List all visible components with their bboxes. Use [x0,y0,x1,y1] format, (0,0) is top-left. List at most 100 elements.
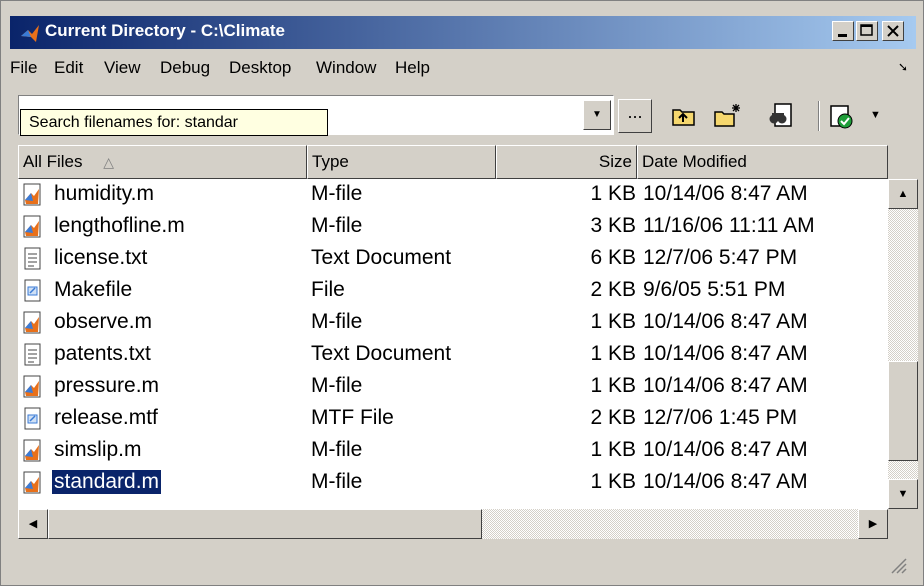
column-name-label: All Files [23,152,83,171]
file-type: File [311,278,345,301]
m-file-icon [22,311,44,335]
file-size: 1 KB [590,342,636,365]
vertical-scroll-thumb[interactable] [888,361,918,461]
column-type-label: Type [312,152,349,171]
file-size: 1 KB [590,310,636,333]
menu-window[interactable]: Window [316,58,376,78]
file-size: 1 KB [590,182,636,205]
file-size: 1 KB [590,438,636,461]
new-folder-button[interactable] [710,99,744,133]
file-type: M-file [311,214,363,237]
menu-view[interactable]: View [104,58,141,78]
column-header-name[interactable]: All Files △ [18,145,307,179]
file-row[interactable]: lengthofline.m M-file 3 KB 11/16/06 11:11 A… [18,211,888,243]
generic-file-icon [22,279,44,303]
new-folder-icon [714,104,740,127]
file-date: 10/14/06 8:47 AM [643,342,808,365]
close-button[interactable] [882,21,904,41]
file-row[interactable]: license.txt Text Document 6 KB 12/7/06 5:47… [18,243,888,275]
file-date: 12/7/06 1:45 PM [643,406,798,429]
file-name: simslip.m [54,438,142,461]
minimize-button[interactable] [832,21,854,41]
file-size: 3 KB [590,214,636,237]
file-list[interactable]: humidity.m M-file 1 KB 10/14/06 8:47 AM leng… [18,179,888,509]
menu-file[interactable]: File [10,58,37,78]
folder-dropdown-button[interactable]: ▼ [583,100,611,130]
file-date: 9/6/05 5:51 PM [643,278,786,301]
file-size: 1 KB [590,470,636,493]
browse-button[interactable]: ... [618,99,652,133]
find-files-button[interactable] [763,99,797,133]
menu-bar: File Edit View Debug Desktop Window Help… [10,51,916,85]
report-dropdown-icon[interactable]: ▼ [870,109,881,121]
file-size: 2 KB [590,278,636,301]
file-name: observe.m [54,310,153,333]
file-row[interactable]: simslip.m M-file 1 KB 10/14/06 8:47 AM [18,435,888,467]
scroll-down-button[interactable]: ▼ [888,479,918,509]
arrow-left-icon: ◀ [28,518,38,530]
column-header-size[interactable]: Size [496,145,637,179]
file-type: M-file [311,438,363,461]
file-date: 10/14/06 8:47 AM [643,182,808,205]
m-file-icon [22,439,44,463]
file-row[interactable]: humidity.m M-file 1 KB 10/14/06 8:47 AM [18,179,888,211]
file-date: 12/7/06 5:47 PM [643,246,798,269]
menu-debug[interactable]: Debug [160,58,210,78]
file-type: M-file [311,182,363,205]
m-file-icon [22,375,44,399]
horizontal-scroll-thumb[interactable] [48,509,482,539]
scroll-right-button[interactable]: ▶ [858,509,888,539]
current-directory-window: Current Directory - C:\Climate File Edit… [0,0,924,586]
vertical-scrollbar[interactable]: ▲ ▼ [888,179,918,509]
file-name: release.mtf [54,406,158,429]
menu-edit[interactable]: Edit [54,58,83,78]
file-type: Text Document [311,342,452,365]
text-file-icon [22,247,44,271]
file-size: 2 KB [590,406,636,429]
file-date: 10/14/06 8:47 AM [643,374,808,397]
arrow-up-icon: ▲ [897,188,909,200]
file-row[interactable]: release.mtf MTF File 2 KB 12/7/06 1:45 PM [18,403,888,435]
minimize-icon [838,34,847,37]
up-folder-button[interactable] [667,99,701,133]
column-header-date[interactable]: Date Modified [637,145,888,179]
matlab-logo-icon [21,25,39,42]
scroll-left-button[interactable]: ◀ [18,509,48,539]
file-name: license.txt [54,246,148,269]
report-button[interactable] [825,99,859,133]
maximize-icon [860,24,873,36]
file-name: Makefile [54,278,133,301]
file-type: Text Document [311,246,452,269]
arrow-right-icon: ▶ [868,518,878,530]
file-date: 10/14/06 8:47 AM [643,438,808,461]
toolbar-separator [818,101,820,131]
maximize-button[interactable] [856,21,878,41]
window-title: Current Directory - C:\Climate [45,21,285,40]
menu-help[interactable]: Help [395,58,430,78]
file-row[interactable]: Makefile File 2 KB 9/6/05 5:51 PM [18,275,888,307]
file-row[interactable]: standard.m M-file 1 KB 10/14/06 8:47 AM [18,467,888,499]
file-size: 6 KB [590,246,636,269]
file-list-header: All Files △ Type Size Date Modified [18,145,888,179]
scroll-up-button[interactable]: ▲ [888,179,918,209]
column-date-label: Date Modified [642,152,747,171]
file-name: pressure.m [54,374,160,397]
undock-arrow-icon[interactable]: ➘ [898,60,908,74]
sort-ascending-icon: △ [103,154,115,170]
file-row[interactable]: pressure.m M-file 1 KB 10/14/06 8:47 AM [18,371,888,403]
file-size: 1 KB [590,374,636,397]
column-size-label: Size [598,152,632,171]
file-type: M-file [311,310,363,333]
file-row[interactable]: observe.m M-file 1 KB 10/14/06 8:47 AM [18,307,888,339]
menu-desktop[interactable]: Desktop [229,58,291,78]
m-file-icon [22,471,44,495]
text-file-icon [22,343,44,367]
horizontal-scrollbar[interactable]: ◀ ▶ [18,509,888,539]
column-header-type[interactable]: Type [307,145,496,179]
title-bar[interactable]: Current Directory - C:\Climate [10,16,916,49]
chevron-down-icon: ▼ [592,109,602,120]
file-row[interactable]: patents.txt Text Document 1 KB 10/14/06 8:4… [18,339,888,371]
generic-file-icon [22,407,44,431]
resize-grip-icon[interactable] [886,553,908,575]
up-folder-icon [672,109,695,126]
